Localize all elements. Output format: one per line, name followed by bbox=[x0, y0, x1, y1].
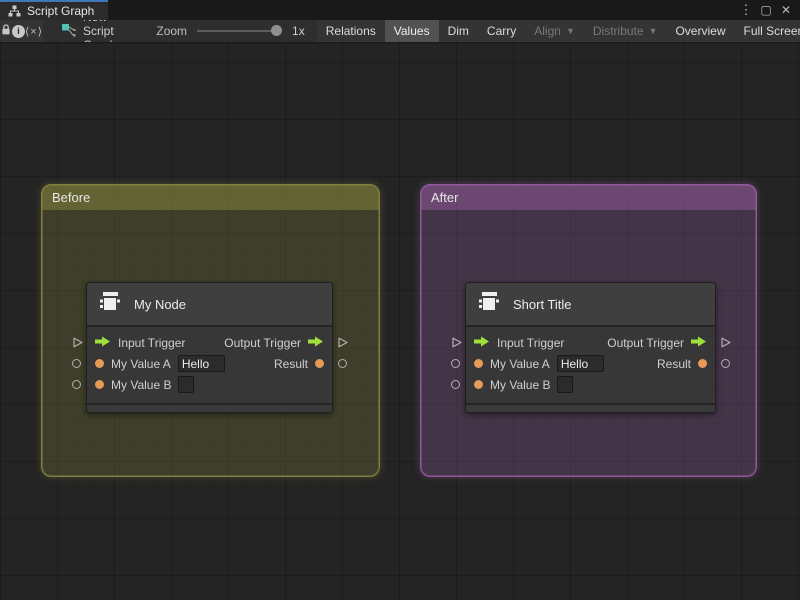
unit-icon bbox=[477, 289, 502, 319]
port-label: Output Trigger bbox=[224, 335, 301, 350]
value-port-icon[interactable] bbox=[95, 359, 104, 368]
toolbar-button-align: Align ▼ bbox=[525, 20, 584, 42]
port-label: My Value B bbox=[111, 377, 172, 392]
toolbar-button-carry[interactable]: Carry bbox=[477, 20, 526, 42]
group-label: Before bbox=[52, 190, 91, 205]
external-flow-input-port[interactable] bbox=[450, 336, 463, 354]
graph-hierarchy-icon bbox=[8, 5, 21, 17]
node-title: My Node bbox=[134, 296, 187, 312]
graph-toolbar: i ⟨×⟩ New Script Graph Zoom bbox=[0, 20, 800, 43]
caret-down-icon: ▼ bbox=[648, 26, 658, 36]
value-input-field[interactable] bbox=[556, 355, 604, 372]
lock-button[interactable] bbox=[0, 20, 12, 42]
unity-graph-window: Script Graph ⋮ ▢ ✕ i ⟨×⟩ Script Zoom 1x … bbox=[0, 0, 800, 600]
external-value-input-port[interactable] bbox=[72, 359, 81, 368]
port-label: Result bbox=[273, 356, 308, 371]
unit-node-my-node[interactable]: My Node Input Trigger Output Trigger My … bbox=[86, 282, 333, 413]
node-body: Input Trigger Output Trigger My Value A bbox=[87, 327, 332, 403]
tab-label: Script Graph bbox=[27, 4, 95, 18]
info-icon: i bbox=[12, 24, 25, 38]
flow-arrow-icon[interactable] bbox=[474, 336, 490, 350]
flow-arrow-icon[interactable] bbox=[691, 336, 707, 350]
node-footer bbox=[466, 403, 715, 412]
toolbar-button-relations[interactable]: Relations bbox=[316, 20, 385, 42]
value-port-icon[interactable] bbox=[698, 359, 707, 368]
graph-canvas[interactable]: Before After My Node Input Trigger Outpu… bbox=[0, 43, 800, 600]
port-label: My Value A bbox=[111, 356, 171, 371]
external-flow-output-port[interactable] bbox=[719, 336, 732, 354]
value-input-field[interactable] bbox=[178, 376, 195, 393]
zoom-slider-handle[interactable] bbox=[271, 25, 283, 36]
node-header[interactable]: My Node bbox=[87, 283, 332, 327]
port-label: My Value B bbox=[490, 377, 551, 392]
value-input-field[interactable] bbox=[177, 355, 225, 372]
graph-asset-icon bbox=[61, 23, 76, 40]
code-preview-button[interactable]: ⟨×⟩ bbox=[25, 20, 44, 42]
value-input-field[interactable] bbox=[557, 376, 574, 393]
flow-arrow-icon[interactable] bbox=[95, 336, 111, 350]
toolbar-button-dim[interactable]: Dim bbox=[438, 20, 478, 42]
window-menu-icon[interactable]: ⋮ bbox=[738, 0, 754, 20]
node-short-title-wrap: Short Title Input Trigger Output Trigger bbox=[449, 282, 732, 413]
node-header[interactable]: Short Title bbox=[466, 283, 715, 327]
tab-bar: Script Graph ⋮ ▢ ✕ bbox=[0, 0, 800, 20]
zoom-slider[interactable] bbox=[197, 25, 283, 37]
maximize-icon[interactable]: ▢ bbox=[758, 0, 774, 20]
node-footer bbox=[87, 403, 332, 412]
new-script-graph-label: New Script Graph bbox=[83, 20, 116, 42]
unit-icon bbox=[98, 289, 123, 319]
flow-arrow-icon[interactable] bbox=[308, 336, 324, 350]
port-label: Input Trigger bbox=[497, 335, 565, 350]
external-value-input-port[interactable] bbox=[72, 380, 81, 389]
tab-script-graph[interactable]: Script Graph bbox=[0, 0, 109, 20]
window-controls: ⋮ ▢ ✕ bbox=[738, 0, 800, 20]
port-label: Output Trigger bbox=[607, 335, 684, 350]
value-port-icon[interactable] bbox=[95, 380, 104, 389]
toolbar-button-overview[interactable]: Overview bbox=[666, 20, 735, 42]
close-icon[interactable]: ✕ bbox=[778, 0, 794, 20]
toolbar-button-values[interactable]: Values bbox=[384, 20, 439, 42]
group-after-header[interactable]: After bbox=[421, 185, 756, 210]
group-before-header[interactable]: Before bbox=[42, 185, 379, 210]
caret-down-icon: ▼ bbox=[565, 26, 575, 36]
unit-node-short-title[interactable]: Short Title Input Trigger Output Trigger bbox=[465, 282, 716, 413]
external-flow-output-port[interactable] bbox=[336, 336, 349, 354]
value-port-icon[interactable] bbox=[474, 359, 483, 368]
node-body: Input Trigger Output Trigger My Value A bbox=[466, 327, 715, 403]
code-icon: ⟨×⟩ bbox=[25, 25, 44, 38]
port-label: My Value A bbox=[490, 356, 550, 371]
zoom-control: Zoom 1x bbox=[130, 20, 317, 42]
external-value-input-port[interactable] bbox=[451, 380, 460, 389]
node-title: Short Title bbox=[513, 296, 572, 312]
value-port-icon[interactable] bbox=[474, 380, 483, 389]
external-value-output-port[interactable] bbox=[338, 359, 347, 368]
external-value-output-port[interactable] bbox=[721, 359, 730, 368]
zoom-value: 1x bbox=[292, 24, 305, 38]
value-port-icon[interactable] bbox=[315, 359, 324, 368]
lock-icon bbox=[0, 23, 12, 39]
zoom-slider-track bbox=[197, 30, 283, 32]
toolbar-button-fullscreen[interactable]: Full Screen bbox=[734, 20, 800, 42]
group-label: After bbox=[431, 190, 459, 205]
port-label: Result bbox=[656, 356, 691, 371]
node-my-node-wrap: My Node Input Trigger Output Trigger My … bbox=[70, 282, 349, 413]
toolbar-button-distribute: Distribute ▼ bbox=[583, 20, 667, 42]
new-script-graph-button[interactable]: New Script Graph bbox=[43, 20, 131, 42]
info-button[interactable]: i bbox=[12, 20, 25, 42]
external-value-input-port[interactable] bbox=[451, 359, 460, 368]
external-flow-input-port[interactable] bbox=[71, 336, 84, 354]
zoom-label: Zoom bbox=[156, 24, 188, 38]
port-label: Input Trigger bbox=[118, 335, 186, 350]
